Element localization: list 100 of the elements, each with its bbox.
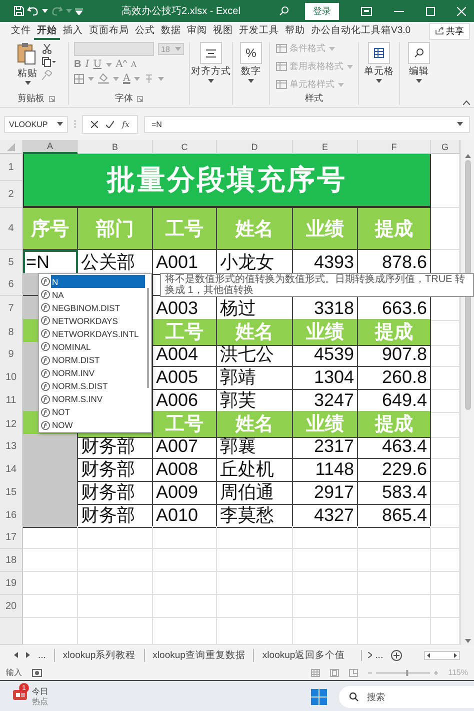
ribbon-tab[interactable]: 文件	[8, 22, 34, 40]
caret-icon[interactable]	[24, 81, 30, 85]
copy-icon[interactable]	[42, 57, 56, 67]
sign-in-button[interactable]: 登录	[305, 2, 339, 20]
page-break-icon[interactable]	[349, 668, 358, 676]
windows-start-icon[interactable]	[311, 688, 327, 704]
ribbon-tab[interactable]: 帮助	[282, 22, 308, 40]
column-header[interactable]: A	[23, 140, 78, 154]
row-number[interactable]: 18	[0, 549, 23, 572]
more-sheets[interactable]: ...	[375, 650, 384, 660]
taskbar-search-field[interactable]: 搜索	[339, 686, 474, 708]
fill-color-icon[interactable]	[98, 73, 109, 84]
row-number[interactable]: 6	[0, 273, 23, 296]
zoom-slider[interactable]	[368, 668, 438, 676]
ribbon-tab[interactable]: 开始	[34, 22, 60, 40]
column-header[interactable]: D	[217, 140, 293, 154]
function-suggestion[interactable]: NORM.INV	[39, 366, 145, 380]
more-sheets[interactable]: ...	[38, 650, 46, 660]
caret-icon[interactable]	[457, 122, 463, 126]
cancel-icon[interactable]	[91, 120, 98, 128]
enter-icon[interactable]	[106, 120, 114, 128]
ribbon-tab[interactable]: 视图	[210, 22, 236, 40]
search-icon[interactable]	[279, 6, 289, 16]
name-box[interactable]: VLOOKUP	[4, 116, 68, 132]
ribbon-tab[interactable]: 数据	[158, 22, 184, 40]
customize-icon[interactable]	[75, 8, 83, 14]
row-number[interactable]: 19	[0, 572, 23, 595]
ribbon-tab[interactable]: 公式	[132, 22, 158, 40]
caret-icon[interactable]	[248, 79, 254, 83]
ribbon-tab[interactable]: 插入	[60, 22, 86, 40]
launcher-icon[interactable]	[48, 96, 54, 102]
row-number[interactable]: 7	[0, 296, 23, 321]
row-number[interactable]: 15	[0, 480, 23, 505]
scroll-up-icon[interactable]	[464, 154, 470, 158]
function-suggestion[interactable]: NETWORKDAYS	[39, 314, 145, 328]
chevron-right-icon[interactable]	[368, 652, 372, 658]
row-number[interactable]: 9	[0, 342, 23, 367]
normal-view-icon[interactable]	[311, 668, 320, 676]
scroll-left-icon[interactable]	[427, 652, 430, 658]
row-number[interactable]: 20	[0, 595, 23, 618]
active-cell[interactable]: =N	[23, 250, 78, 275]
caret-icon[interactable]	[416, 79, 422, 83]
row-number[interactable]: 13	[0, 434, 23, 459]
sheet-tab[interactable]: xlookup返回多个值	[253, 648, 354, 662]
sheet-tab[interactable]: xlookup系列教程	[54, 648, 144, 662]
close-icon[interactable]	[457, 6, 466, 16]
horizontal-scrollbar[interactable]	[424, 650, 460, 660]
column-header[interactable]: E	[293, 140, 358, 154]
ribbon-tab[interactable]: 办公自动化工具箱V3.0	[308, 22, 414, 40]
row-number[interactable]: 5	[0, 250, 23, 275]
column-header[interactable]: F	[358, 140, 431, 154]
borders-icon[interactable]	[74, 74, 84, 84]
caret-icon[interactable]	[57, 122, 63, 126]
function-suggestion[interactable]: NETWORKDAYS.INTL	[39, 327, 145, 340]
previous-sheet-icon[interactable]	[14, 652, 18, 658]
column-header[interactable]: B	[78, 140, 153, 154]
formula-field[interactable]: =N	[144, 116, 470, 132]
insert-function-button[interactable]: fx	[122, 120, 130, 128]
ribbon-tab[interactable]: 审阅	[184, 22, 210, 40]
scroll-right-icon[interactable]	[454, 652, 458, 658]
function-suggestion[interactable]: NOW	[39, 418, 145, 432]
page-layout-icon[interactable]	[330, 668, 340, 676]
row-number[interactable]: 10	[0, 365, 23, 390]
undo-icon[interactable]	[27, 6, 39, 16]
caret-icon[interactable]	[208, 79, 214, 83]
shrink-font-button[interactable]: A	[130, 60, 137, 69]
sheet-tab[interactable]: xlookup查询重复数据	[144, 648, 254, 662]
function-suggestion[interactable]: NA	[39, 288, 145, 302]
row-number[interactable]: 17	[0, 526, 23, 549]
macro-record-icon[interactable]	[32, 668, 42, 676]
function-suggestion[interactable]: NEGBINOM.DIST	[39, 301, 145, 314]
next-sheet-icon[interactable]	[26, 652, 30, 658]
save-icon[interactable]	[14, 6, 24, 16]
ribbon-display-icon[interactable]	[361, 6, 372, 16]
share-button[interactable]: 共享	[429, 22, 470, 40]
column-header[interactable]: C	[153, 140, 217, 154]
scroll-thumb[interactable]	[464, 160, 470, 410]
function-suggestion[interactable]: NORM.DIST	[39, 353, 145, 367]
column-header[interactable]: G	[431, 140, 460, 154]
scroll-thumb[interactable]	[147, 288, 149, 388]
scroll-down-icon[interactable]	[464, 639, 470, 643]
alignment-button[interactable]: 对齐方式	[191, 42, 231, 83]
function-suggestion[interactable]: NOT	[39, 406, 145, 419]
cells-button[interactable]: 单元格	[364, 42, 394, 83]
row-number[interactable]: 16	[0, 503, 23, 528]
slider-thumb[interactable]	[406, 670, 408, 676]
row-number[interactable]: 1	[0, 154, 22, 181]
launcher-icon[interactable]	[137, 96, 143, 102]
caret-icon[interactable]	[376, 79, 382, 83]
widget-title[interactable]: 今日	[32, 686, 48, 696]
widget-subtitle[interactable]: 热点	[32, 696, 48, 706]
maximize-icon[interactable]	[426, 6, 435, 16]
function-suggestion[interactable]: NOMINAL	[39, 340, 145, 354]
cut-icon[interactable]	[42, 44, 52, 54]
font-name-field[interactable]	[74, 42, 154, 56]
row-number[interactable]: 4	[0, 208, 23, 250]
ribbon-tab[interactable]: 页面布局	[86, 22, 132, 40]
row-number[interactable]: 14	[0, 457, 23, 482]
add-sheet-icon[interactable]	[391, 650, 402, 660]
ribbon-tab[interactable]: 开发工具	[236, 22, 282, 40]
